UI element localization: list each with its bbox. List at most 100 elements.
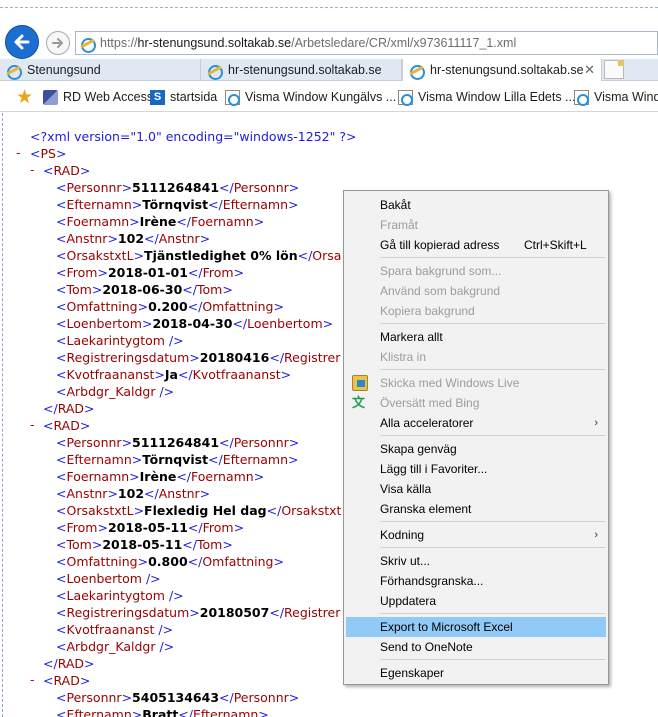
menu-item-label: Klistra in (380, 350, 427, 364)
xml-line: <Foernamn>Irène</Foernamn> (56, 213, 264, 230)
collapse-toggle[interactable]: - (16, 145, 21, 160)
page-icon (574, 89, 589, 106)
xml-open-tag: </RAD> (43, 401, 95, 416)
xml-open-tag: <Omfattning> (56, 299, 149, 314)
favorites-star-icon[interactable]: ★ (16, 86, 33, 108)
windows-live-icon (352, 375, 368, 391)
menu-item-framat: Framåt (346, 215, 606, 235)
xml-value: 2018-05-11 (107, 520, 188, 535)
xml-open-tag: <OrsakstxtL> (56, 503, 145, 518)
xml-close-tag: </Registrer (269, 605, 341, 620)
xml-value: Tjänstledighet 0% lön (144, 248, 298, 263)
xml-line: <Loenbertom /> (56, 570, 161, 587)
xml-value: 0.200 (148, 299, 188, 314)
favorite-startsida[interactable]: S startsida (150, 88, 217, 106)
xml-line: <Foernamn>Irène</Foernamn> (56, 468, 264, 485)
page-icon (398, 89, 413, 106)
xml-line: <PS> (30, 145, 66, 162)
page-icon (225, 89, 240, 106)
menu-item-alla-acceleratorer[interactable]: Alla acceleratorer › (346, 413, 606, 433)
menu-item-lagg-till-i-favoriter[interactable]: Lägg till i Favoriter... (346, 459, 606, 479)
xml-close-tag: </Tom> (182, 282, 233, 297)
xml-open-tag: <RAD> (43, 418, 91, 433)
favorite-rd-web-access[interactable]: RD Web Access (43, 88, 153, 106)
xml-open-tag: <Anstnr> (56, 231, 118, 246)
menu-item-granska-element[interactable]: Granska element (346, 499, 606, 519)
xml-line: <OrsakstxtL>Tjänstledighet 0% lön</Orsa (56, 247, 341, 264)
menu-item-bakat[interactable]: Bakåt (346, 195, 606, 215)
menu-item-skriv-ut[interactable]: Skriv ut... (346, 551, 606, 571)
xml-line: <Kvotfraananst>Ja</Kvotfraananst> (56, 366, 291, 383)
xml-value: 5405134643 (132, 690, 220, 705)
tab-hr-stenungsund-active[interactable]: hr-stenungsund.soltakab.se ✕ (402, 59, 602, 81)
menu-item-spara-bakgrund-som: Spara bakgrund som... (346, 261, 606, 281)
menu-item-ga-till-kopierad-adress[interactable]: Gå till kopierad adress Ctrl+Skift+L (346, 235, 606, 255)
menu-item-uppdatera[interactable]: Uppdatera (346, 591, 606, 611)
menu-separator (380, 659, 605, 660)
collapse-toggle[interactable]: - (30, 672, 35, 687)
tab-stenungsund[interactable]: Stenungsund (0, 59, 201, 81)
address-bar[interactable]: https://hr-stenungsund.soltakab.se/Arbet… (75, 31, 658, 55)
menu-item-label: Lägg till i Favoriter... (380, 462, 488, 476)
arrow-right-icon (52, 38, 63, 48)
xml-value: 102 (117, 486, 145, 501)
tab-hr-stenungsund-1[interactable]: hr-stenungsund.soltakab.se (201, 59, 402, 81)
favorite-visma-lilla-edet[interactable]: Visma Window Lilla Edets ... (398, 88, 575, 106)
xml-open-tag: <Registreringsdatum> (56, 350, 200, 365)
forward-button[interactable] (46, 31, 70, 55)
menu-item-label: Kopiera bakgrund (380, 304, 475, 318)
xml-line: <Registreringsdatum>20180416</Registrer (56, 349, 340, 366)
xml-open-tag: <Omfattning> (56, 554, 149, 569)
ie-tab-icon (409, 63, 425, 80)
xml-close-tag: </From> (187, 520, 245, 535)
collapse-toggle[interactable]: - (30, 417, 35, 432)
window-top-edge (0, 0, 658, 8)
xml-open-tag: <From> (56, 520, 108, 535)
menu-item-skapa-genvag[interactable]: Skapa genväg (346, 439, 606, 459)
xml-value: Bratt (142, 707, 179, 717)
favorite-visma-kungalv[interactable]: Visma Window Kungälvs ... (225, 88, 396, 106)
menu-item-forhandsgranska[interactable]: Förhandsgranska... (346, 571, 606, 591)
xml-close-tag: </Efternamn> (178, 707, 269, 717)
xml-line: <Arbdgr_Kaldgr /> (56, 383, 174, 400)
xml-declaration: <?xml version="1.0" encoding="windows-12… (30, 129, 357, 144)
tab-strip: Stenungsund hr-stenungsund.soltakab.se h… (0, 59, 658, 81)
xml-value: 2018-04-30 (152, 316, 233, 331)
xml-line: <RAD> (43, 417, 90, 434)
xml-open-tag: <Personnr> (56, 180, 133, 195)
menu-item-label: Granska element (380, 502, 472, 516)
menu-item-export-to-microsoft-excel[interactable]: Export to Microsoft Excel (346, 617, 606, 637)
collapse-toggle[interactable]: - (30, 162, 35, 177)
xml-line: <RAD> (43, 672, 90, 689)
menu-item-label: Spara bakgrund som... (380, 264, 502, 278)
back-button[interactable] (5, 25, 39, 59)
menu-item-label: Markera allt (380, 330, 443, 344)
menu-item-label: Skriv ut... (380, 554, 431, 568)
xml-line: <From>2018-05-11</From> (56, 519, 244, 536)
favorite-visma-window[interactable]: Visma Window (574, 88, 658, 106)
xml-value: Törnqvist (142, 452, 209, 467)
address-url[interactable]: https://hr-stenungsund.soltakab.se/Arbet… (100, 36, 516, 50)
xml-open-tag: <RAD> (43, 673, 91, 688)
menu-separator (380, 521, 605, 522)
xml-value: 2018-01-01 (107, 265, 188, 280)
menu-item-label: Send to OneNote (380, 640, 473, 654)
xml-close-tag: </From> (187, 265, 245, 280)
menu-item-egenskaper[interactable]: Egenskaper (346, 663, 606, 683)
xml-open-tag: <Foernamn> (56, 469, 140, 484)
xml-line: <Anstnr>102</Anstnr> (56, 485, 210, 502)
menu-item-send-to-onenote[interactable]: Send to OneNote (346, 637, 606, 657)
xml-line: <Anstnr>102</Anstnr> (56, 230, 210, 247)
new-tab-button[interactable] (604, 60, 624, 79)
xml-value: Flexledig Hel dag (144, 503, 267, 518)
close-tab-icon[interactable]: ✕ (584, 62, 595, 78)
menu-item-oversatt-med-bing: 文 Översätt med Bing (346, 393, 606, 413)
submenu-arrow-icon: › (594, 529, 598, 541)
menu-item-label: Egenskaper (380, 666, 445, 680)
menu-item-markera-allt[interactable]: Markera allt (346, 327, 606, 347)
menu-item-kodning[interactable]: Kodning › (346, 525, 606, 545)
xml-open-tag: <Arbdgr_Kaldgr /> (56, 639, 175, 654)
menu-item-visa-kalla[interactable]: Visa källa (346, 479, 606, 499)
xml-value: Irène (139, 214, 177, 229)
xml-line: <Loenbertom>2018-04-30</Loenbertom> (56, 315, 333, 332)
